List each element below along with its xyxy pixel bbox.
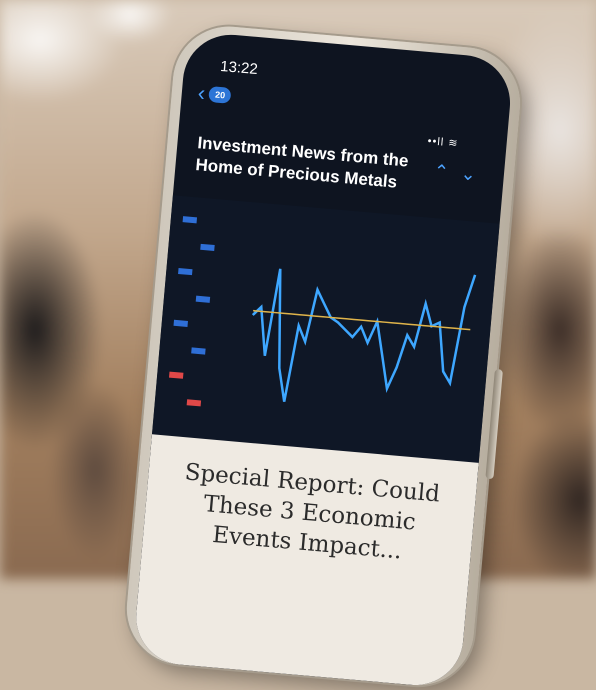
article-headline: Special Report: Could These 3 Economic E… [183, 459, 441, 565]
screen-light-decoration [200, 243, 215, 252]
chart-series-line [251, 268, 477, 402]
screen-light-decoration [178, 267, 193, 276]
chevron-left-icon: ‹ [196, 80, 207, 106]
article-card[interactable]: Special Report: Could These 3 Economic E… [132, 434, 479, 690]
article-title: Investment News from the Home of Preciou… [194, 133, 410, 192]
smartphone: 13:22 ••ll ≋ ‹ 20 Investment News from t… [122, 22, 525, 690]
screen-light-decoration [191, 347, 206, 355]
screen-light-decoration [186, 399, 202, 407]
screen-light-decoration [168, 371, 184, 379]
article-nav-arrows: ⌃ ⌄ [433, 161, 477, 186]
phone-screen: 13:22 ••ll ≋ ‹ 20 Investment News from t… [132, 30, 515, 690]
unread-count-badge: 20 [208, 86, 232, 104]
screen-light-decoration [182, 216, 198, 224]
back-button[interactable]: ‹ 20 [196, 80, 232, 106]
signal-wifi-icon: ••ll ≋ [427, 135, 459, 150]
screen-light-decoration [195, 295, 211, 303]
chevron-down-icon[interactable]: ⌄ [460, 163, 477, 185]
chevron-up-icon[interactable]: ⌃ [433, 161, 450, 183]
screen-light-decoration [173, 319, 188, 327]
status-time: 13:22 [219, 57, 259, 79]
